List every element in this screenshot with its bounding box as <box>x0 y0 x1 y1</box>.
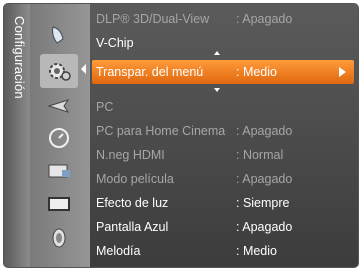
category-title-strip: Configuración <box>4 4 30 267</box>
menu-item-label: Melodía <box>96 244 141 258</box>
active-category-pointer-icon <box>81 64 86 74</box>
scroll-down-icon <box>214 88 220 92</box>
sound-speaker-icon[interactable] <box>44 226 74 250</box>
menu-item-label: Transpar. del menú <box>96 65 204 79</box>
tv-osd-menu: Configuración DLP® 3D/Dual-View : Apagad… <box>3 3 359 268</box>
menu-item-value: : Apagado <box>236 12 293 26</box>
submenu-arrow-icon <box>339 67 346 77</box>
menu-item-label: PC <box>96 100 114 114</box>
scroll-up-icon <box>214 51 220 55</box>
menu-item-melodia[interactable]: Melodía : Medio <box>96 240 352 262</box>
menu-item-pc: PC <box>96 96 352 118</box>
menu-item-pc-home-cinema: PC para Home Cinema : Apagado <box>96 120 352 142</box>
menu-item-label: DLP® 3D/Dual-View <box>96 12 210 26</box>
menu-item-label: Pantalla Azul <box>96 220 169 234</box>
menu-item-value: : Apagado <box>236 124 293 138</box>
menu-item-value: : Apagado <box>236 220 293 234</box>
menu-item-v-chip[interactable]: V-Chip <box>96 32 352 54</box>
input-antenna-icon[interactable] <box>44 94 74 118</box>
clock-icon[interactable] <box>44 126 74 150</box>
menu-item-label: Modo película <box>96 172 174 186</box>
menu-item-nneg-hdmi: N.neg HDMI : Normal <box>96 144 352 166</box>
picture-icon[interactable] <box>44 24 74 48</box>
channel-icon[interactable] <box>44 159 74 183</box>
menu-item-value: : Siempre <box>236 196 290 210</box>
menu-item-dlp-3d-dual-view: DLP® 3D/Dual-View : Apagado <box>96 8 352 30</box>
menu-item-modo-pelicula: Modo película : Apagado <box>96 168 352 190</box>
menu-item-transpar-menu[interactable]: Transpar. del menú : Medio <box>92 60 354 84</box>
menu-item-label: Efecto de luz <box>96 196 169 210</box>
screen-icon[interactable] <box>44 192 74 216</box>
menu-item-value: : Normal <box>236 148 284 162</box>
settings-list: DLP® 3D/Dual-View : Apagado V-Chip Trans… <box>90 4 358 267</box>
menu-item-efecto-de-luz[interactable]: Efecto de luz : Siempre <box>96 192 352 214</box>
menu-item-label: V-Chip <box>96 36 134 50</box>
menu-item-label: PC para Home Cinema <box>96 124 226 138</box>
menu-item-label: N.neg HDMI <box>96 148 165 162</box>
menu-item-pantalla-azul[interactable]: Pantalla Azul : Apagado <box>96 216 352 238</box>
setup-gear-icon[interactable] <box>44 59 74 83</box>
menu-item-value: : Medio <box>236 65 277 79</box>
menu-item-value: : Apagado <box>236 172 293 186</box>
category-title: Configuración <box>12 16 27 99</box>
menu-item-value: : Medio <box>236 244 277 258</box>
